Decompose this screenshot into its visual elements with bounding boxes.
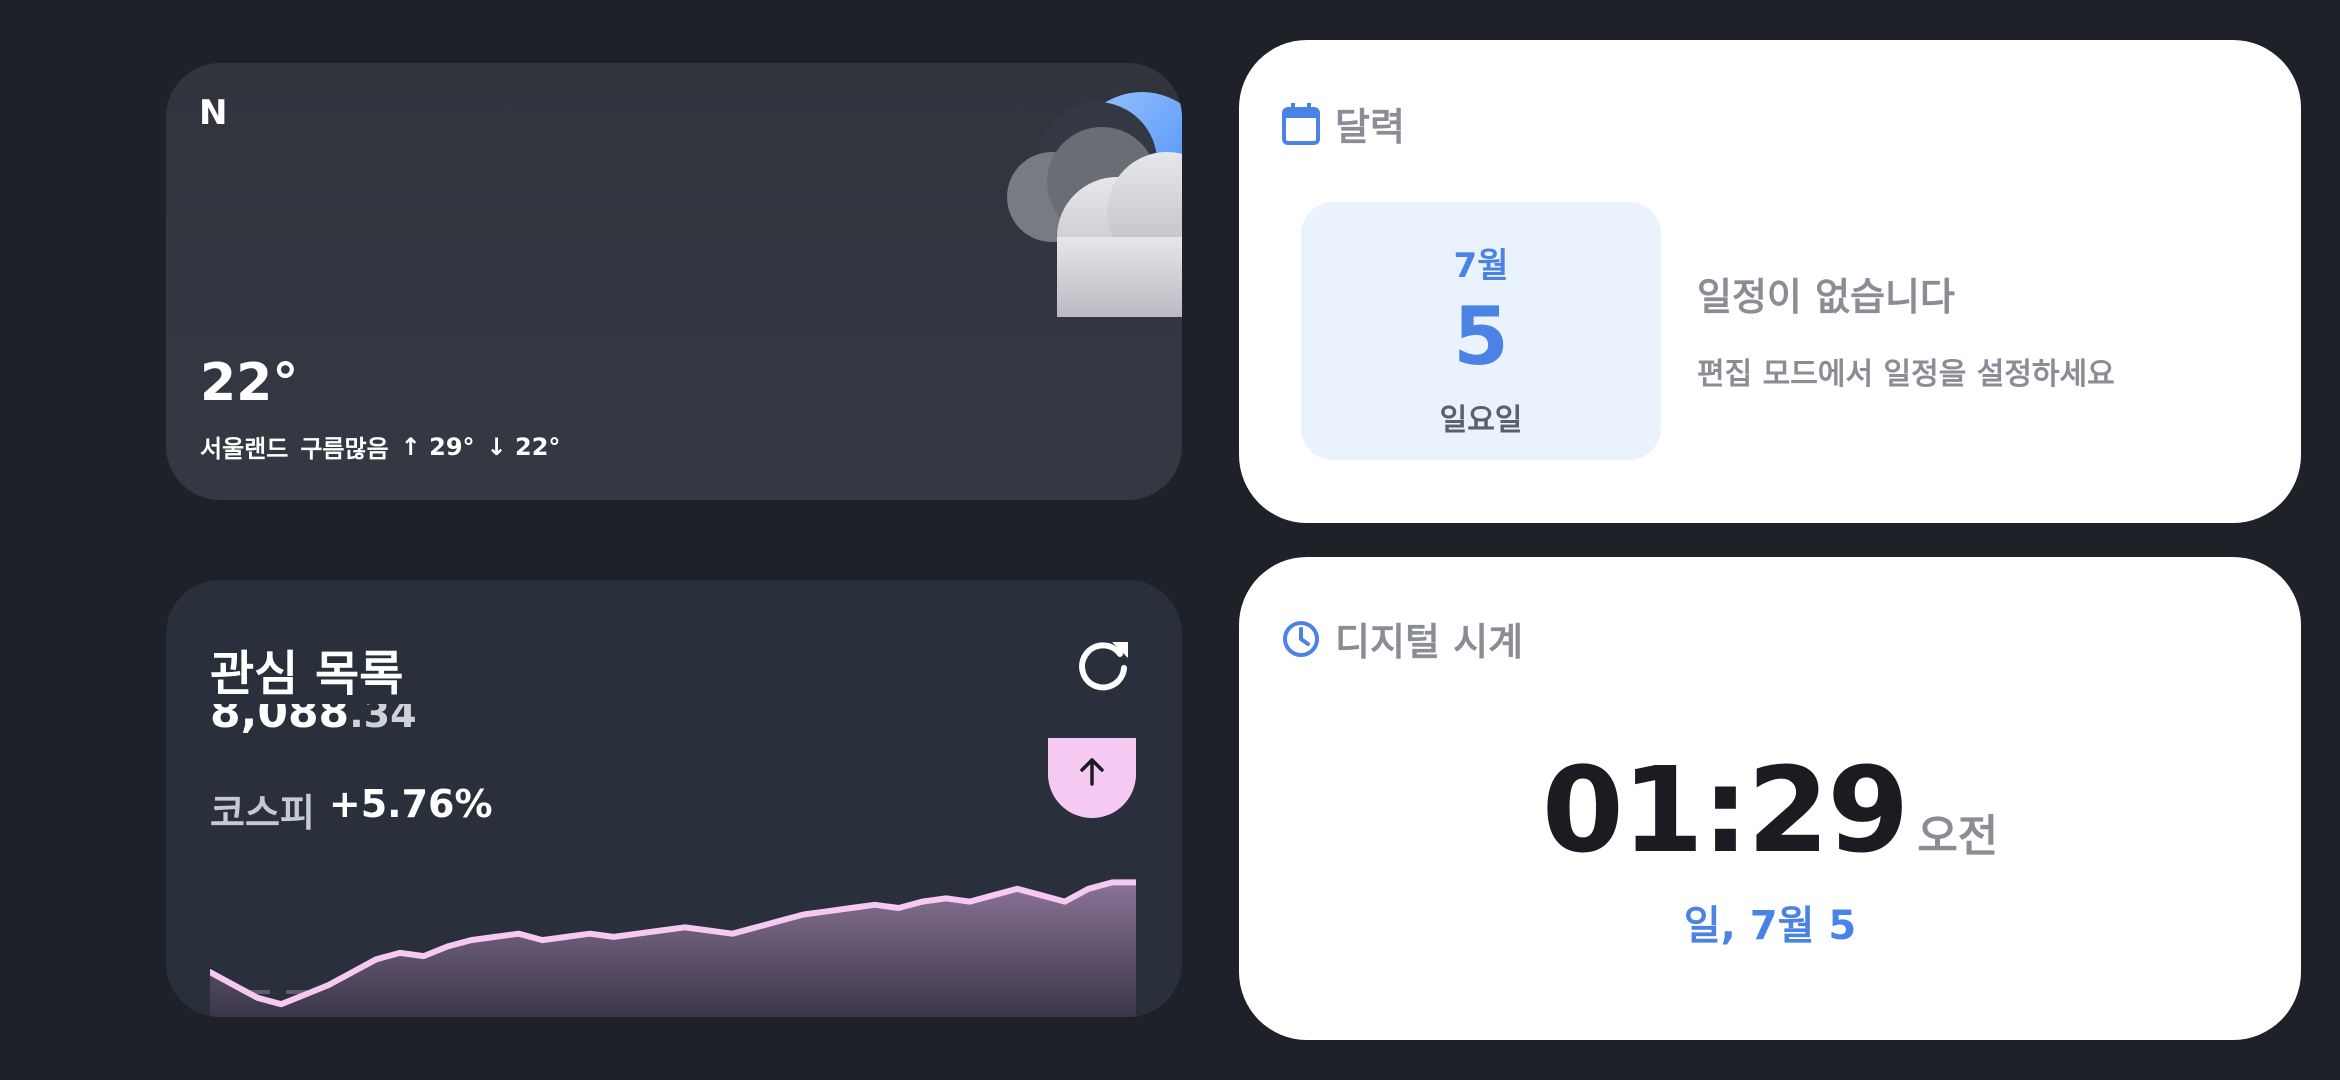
digital-clock-widget[interactable]: 디지털 시계 01:29 오전 일, 7월 5: [1239, 557, 2301, 1040]
weather-low: ↓ 22°: [486, 432, 561, 461]
clock-hours-minutes: 01:29: [1541, 741, 1910, 879]
chart-area-fill: [210, 882, 1136, 1017]
price-decimal: .34: [349, 704, 417, 736]
weather-high: ↑ 29°: [400, 432, 475, 461]
no-events-title: 일정이 없습니다: [1697, 275, 1955, 319]
calendar-icon: [1282, 102, 1320, 145]
watchlist-title: 관심 목록: [210, 646, 404, 702]
calendar-day: 5: [1453, 290, 1509, 383]
weather-location: 서울랜드: [200, 435, 289, 463]
index-price: 8,088.34: [210, 704, 417, 742]
calendar-month: 7월: [1453, 246, 1509, 286]
index-name: 코스피: [210, 791, 315, 835]
weather-provider-logo: N: [199, 93, 228, 133]
calendar-events: 일정이 없습니다 편집 모드에서 일정을 설정하세요: [1697, 266, 2115, 393]
clock-date: 일, 7월 5: [1683, 903, 1857, 949]
no-events-hint: 편집 모드에서 일정을 설정하세요: [1697, 357, 2115, 392]
current-temperature: 22°: [200, 353, 299, 413]
clock-icon: [1283, 620, 1319, 657]
index-summary: 코스피 +5.76%: [210, 782, 493, 837]
arrow-up-icon: [1080, 758, 1104, 786]
index-change: +5.76%: [328, 782, 493, 826]
calendar-widget[interactable]: 달력 7월 5 일요일 일정이 없습니다 편집 모드에서 일정을 설정하세요: [1239, 40, 2301, 523]
scroll-up-button[interactable]: [1048, 738, 1136, 818]
weather-detail: 서울랜드 구름많음 ↑ 29° ↓ 22°: [200, 429, 560, 464]
watchlist-widget[interactable]: 관심 목록 8,088.34 코스피 +5.76%: [166, 580, 1182, 1017]
calendar-header: 달력: [1281, 96, 1405, 151]
clock-title: 디지털 시계: [1335, 620, 1524, 664]
clock-header: 디지털 시계: [1281, 611, 1523, 666]
date-tile[interactable]: 7월 5 일요일: [1301, 202, 1661, 460]
weather-widget[interactable]: N 22° 서울랜드 구름많음 ↑ 29° ↓ 22°: [166, 63, 1182, 500]
clock-time: 01:29 오전: [1239, 741, 2301, 879]
weather-condition: 구름많음: [300, 435, 389, 463]
calendar-weekday: 일요일: [1439, 403, 1523, 438]
refresh-icon[interactable]: [1074, 636, 1132, 694]
price-integer: 8,088: [210, 704, 350, 738]
clock-ampm: 오전: [1917, 811, 1999, 862]
calendar-title: 달력: [1335, 105, 1405, 149]
stock-area-chart: [210, 879, 1136, 1017]
cloudy-night-icon: [1007, 92, 1182, 317]
